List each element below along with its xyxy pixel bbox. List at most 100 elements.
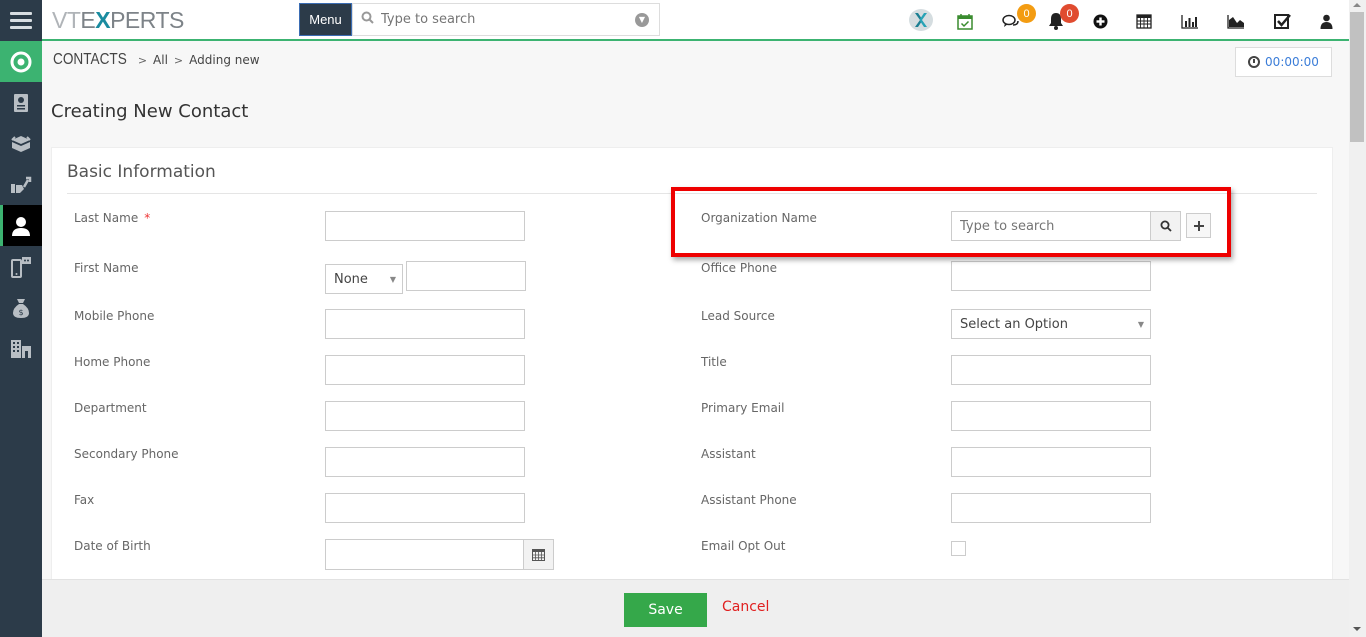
office-phone-input[interactable] (951, 261, 1151, 291)
first-name-input[interactable] (406, 261, 526, 291)
salutation-value: None (334, 271, 368, 287)
address-book-icon (14, 93, 28, 112)
date-of-birth-input[interactable] (325, 539, 525, 570)
sidebar-item-products[interactable] (0, 123, 42, 164)
clock-icon (1248, 56, 1261, 68)
organization-search-button[interactable] (1150, 211, 1181, 241)
breadcrumb-module[interactable]: CONTACTS (53, 51, 127, 69)
breadcrumb: CONTACTS > All > Adding new (53, 51, 260, 69)
date-of-birth-label: Date of Birth (74, 539, 151, 553)
primary-email-label: Primary Email (701, 401, 785, 415)
assistant-label: Assistant (701, 447, 756, 461)
box-icon (11, 135, 31, 152)
scrollbar-thumb[interactable] (1350, 12, 1364, 142)
timer-value: 00:00:00 (1265, 55, 1319, 69)
vtexperts-logo[interactable]: VTEXPERTS (52, 7, 184, 34)
scroll-up-arrow-icon[interactable] (1353, 3, 1361, 7)
date-picker-button[interactable] (523, 539, 554, 570)
primary-email-input[interactable] (951, 401, 1151, 431)
chevron-down-icon[interactable]: ▼ (635, 12, 649, 27)
hand-wrench-icon (11, 176, 32, 193)
cancel-link[interactable]: Cancel (722, 599, 769, 615)
notifications-bell-icon[interactable]: 0 (1048, 4, 1079, 32)
last-name-label: Last Name * (74, 211, 150, 225)
sidebar: $ (0, 41, 42, 637)
fax-input[interactable] (325, 493, 525, 523)
organization-add-button[interactable] (1186, 213, 1211, 238)
sidebar-item-support[interactable] (0, 164, 42, 205)
mobile-phone-input[interactable] (325, 309, 525, 339)
building-icon (11, 339, 31, 358)
home-phone-input[interactable] (325, 355, 525, 385)
task-calendar-icon[interactable] (957, 10, 973, 32)
mobile-chat-icon (11, 256, 31, 278)
comments-badge: 0 (1017, 4, 1036, 23)
add-circle-icon[interactable] (1093, 10, 1108, 32)
lead-source-value: Select an Option (960, 316, 1068, 332)
title-input[interactable] (951, 355, 1151, 385)
logo-vt: VT (52, 7, 81, 33)
scroll-down-arrow-icon[interactable] (1353, 627, 1361, 631)
notifications-badge: 0 (1060, 4, 1079, 23)
sidebar-item-contacts[interactable] (0, 205, 42, 246)
last-name-input[interactable] (325, 211, 525, 241)
home-phone-label: Home Phone (74, 355, 151, 369)
header-icon-bar: 0 0 (900, 0, 1349, 41)
department-label: Department (74, 401, 147, 415)
save-button[interactable]: Save (624, 593, 707, 627)
lead-source-label: Lead Source (701, 309, 775, 323)
area-chart-icon[interactable] (1227, 10, 1245, 32)
department-input[interactable] (325, 401, 525, 431)
tasks-checkbox-icon[interactable] (1274, 10, 1292, 32)
time-tracker-button[interactable]: 00:00:00 (1235, 47, 1332, 77)
vertical-scrollbar[interactable] (1349, 0, 1366, 637)
app-menu-button[interactable]: Menu (299, 3, 352, 36)
calendar-icon (532, 549, 545, 561)
organization-name-label: Organization Name (701, 211, 817, 225)
page-title: Creating New Contact (51, 101, 249, 122)
reports-bar-chart-icon[interactable] (1181, 10, 1199, 32)
breadcrumb-action: Adding new (189, 53, 260, 67)
sidebar-item-sales[interactable]: $ (0, 287, 42, 328)
office-phone-label: Office Phone (701, 261, 778, 275)
breadcrumb-filter[interactable]: All (153, 53, 168, 67)
secondary-phone-input[interactable] (325, 447, 525, 477)
search-icon (1160, 220, 1172, 232)
global-search-input[interactable] (381, 12, 635, 27)
sidebar-item-address-book[interactable] (0, 82, 42, 123)
salutation-select[interactable]: None ▼ (325, 264, 403, 294)
breadcrumb-separator-icon: > (173, 53, 184, 67)
dropdown-arrow-icon: ▼ (1137, 320, 1144, 329)
sidebar-item-mobile[interactable] (0, 246, 42, 287)
breadcrumb-separator-icon: > (137, 53, 148, 67)
required-asterisk: * (144, 211, 151, 225)
user-profile-icon[interactable] (1320, 10, 1333, 32)
plus-icon (1193, 220, 1204, 231)
sidebar-item-organizations[interactable] (0, 328, 42, 369)
mobile-phone-label: Mobile Phone (74, 309, 155, 323)
sidebar-item-home[interactable] (0, 41, 42, 82)
assistant-phone-input[interactable] (951, 493, 1151, 523)
email-opt-out-label: Email Opt Out (701, 539, 786, 553)
fax-label: Fax (74, 493, 95, 507)
top-header: VTEXPERTS Menu ▼ 0 0 (0, 0, 1349, 41)
user-icon (12, 216, 30, 236)
lead-source-select[interactable]: Select an Option ▼ (951, 309, 1151, 339)
target-icon (10, 51, 32, 72)
hamburger-menu-icon[interactable] (0, 0, 42, 41)
assistant-phone-label: Assistant Phone (701, 493, 797, 507)
calendar-icon[interactable] (1136, 10, 1152, 32)
title-label: Title (701, 355, 727, 369)
svg-text:$: $ (18, 308, 23, 317)
logo-x: X (95, 7, 111, 33)
email-opt-out-checkbox[interactable] (951, 541, 966, 556)
vtexperts-x-icon[interactable] (908, 9, 934, 31)
money-bag-icon: $ (13, 298, 29, 318)
last-name-label-text: Last Name (74, 211, 139, 225)
global-search[interactable]: ▼ (352, 3, 660, 36)
comments-icon[interactable]: 0 (1002, 4, 1036, 32)
first-name-label: First Name (74, 261, 139, 275)
secondary-phone-label: Secondary Phone (74, 447, 179, 461)
assistant-input[interactable] (951, 447, 1151, 477)
organization-name-input[interactable] (951, 211, 1151, 241)
